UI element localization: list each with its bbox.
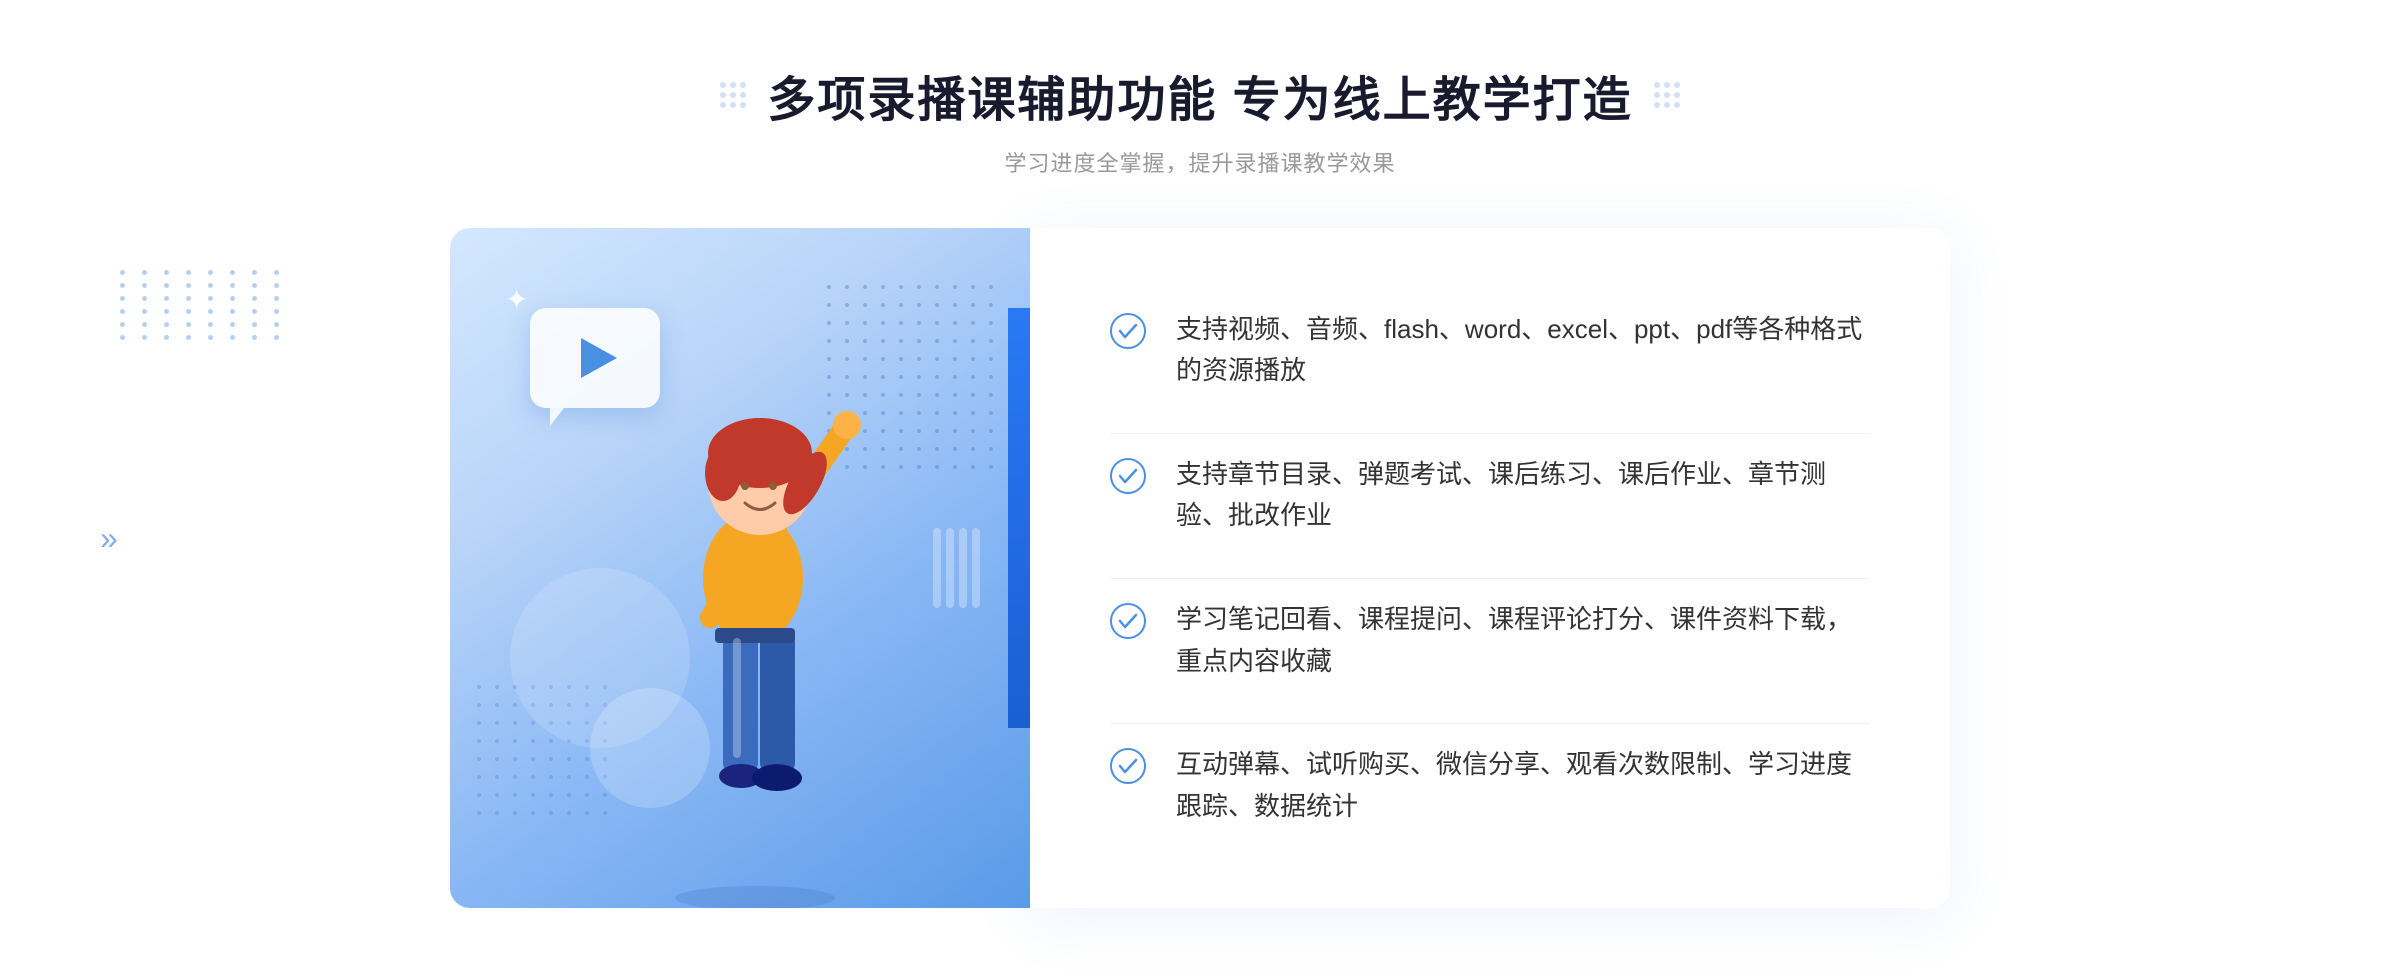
right-dots-icon bbox=[1653, 81, 1681, 109]
feature-item-4: 互动弹幕、试听购买、微信分享、观看次数限制、学习进度跟踪、数据统计 bbox=[1110, 723, 1870, 847]
illustration-panel: ✦ bbox=[450, 228, 1030, 908]
check-icon-3 bbox=[1110, 603, 1146, 639]
page-subtitle: 学习进度全掌握，提升录播课教学效果 bbox=[719, 146, 1680, 178]
feature-item-1: 支持视频、音频、flash、word、excel、ppt、pdf等各种格式的资源… bbox=[1110, 289, 1870, 412]
feature-item-3: 学习笔记回看、课程提问、课程评论打分、课件资料下载，重点内容收藏 bbox=[1110, 578, 1870, 702]
content-area: ✦ bbox=[450, 228, 1950, 908]
left-dots-icon bbox=[719, 81, 747, 109]
title-row: 多项录播课辅助功能 专为线上教学打造 bbox=[719, 60, 1680, 130]
person-illustration bbox=[605, 328, 905, 908]
feature-text-3: 学习笔记回看、课程提问、课程评论打分、课件资料下载，重点内容收藏 bbox=[1176, 599, 1870, 682]
chevron-left-icon: » bbox=[100, 520, 118, 557]
feature-item-2: 支持章节目录、弹题考试、课后练习、课后作业、章节测验、批改作业 bbox=[1110, 433, 1870, 557]
sparkle-icon: ✦ bbox=[505, 283, 528, 316]
check-icon-4 bbox=[1110, 748, 1146, 784]
features-panel: 支持视频、音频、flash、word、excel、ppt、pdf等各种格式的资源… bbox=[1030, 228, 1950, 908]
page-container: » 多项录播课辅助功能 专为线上教学打造 bbox=[0, 0, 2400, 974]
check-icon-2 bbox=[1110, 458, 1146, 494]
header-section: 多项录播课辅助功能 专为线上教学打造 学习进度全掌握，提升录播课教学效果 bbox=[719, 60, 1680, 178]
stripe-decoration bbox=[933, 528, 980, 608]
check-icon-1 bbox=[1110, 313, 1146, 349]
feature-text-1: 支持视频、音频、flash、word、excel、ppt、pdf等各种格式的资源… bbox=[1176, 309, 1870, 392]
blue-accent-bar bbox=[1008, 308, 1030, 728]
feature-text-4: 互动弹幕、试听购买、微信分享、观看次数限制、学习进度跟踪、数据统计 bbox=[1176, 744, 1870, 827]
bg-dots-decoration bbox=[120, 270, 288, 340]
page-title: 多项录播课辅助功能 专为线上教学打造 bbox=[767, 60, 1632, 130]
feature-text-2: 支持章节目录、弹题考试、课后练习、课后作业、章节测验、批改作业 bbox=[1176, 454, 1870, 537]
